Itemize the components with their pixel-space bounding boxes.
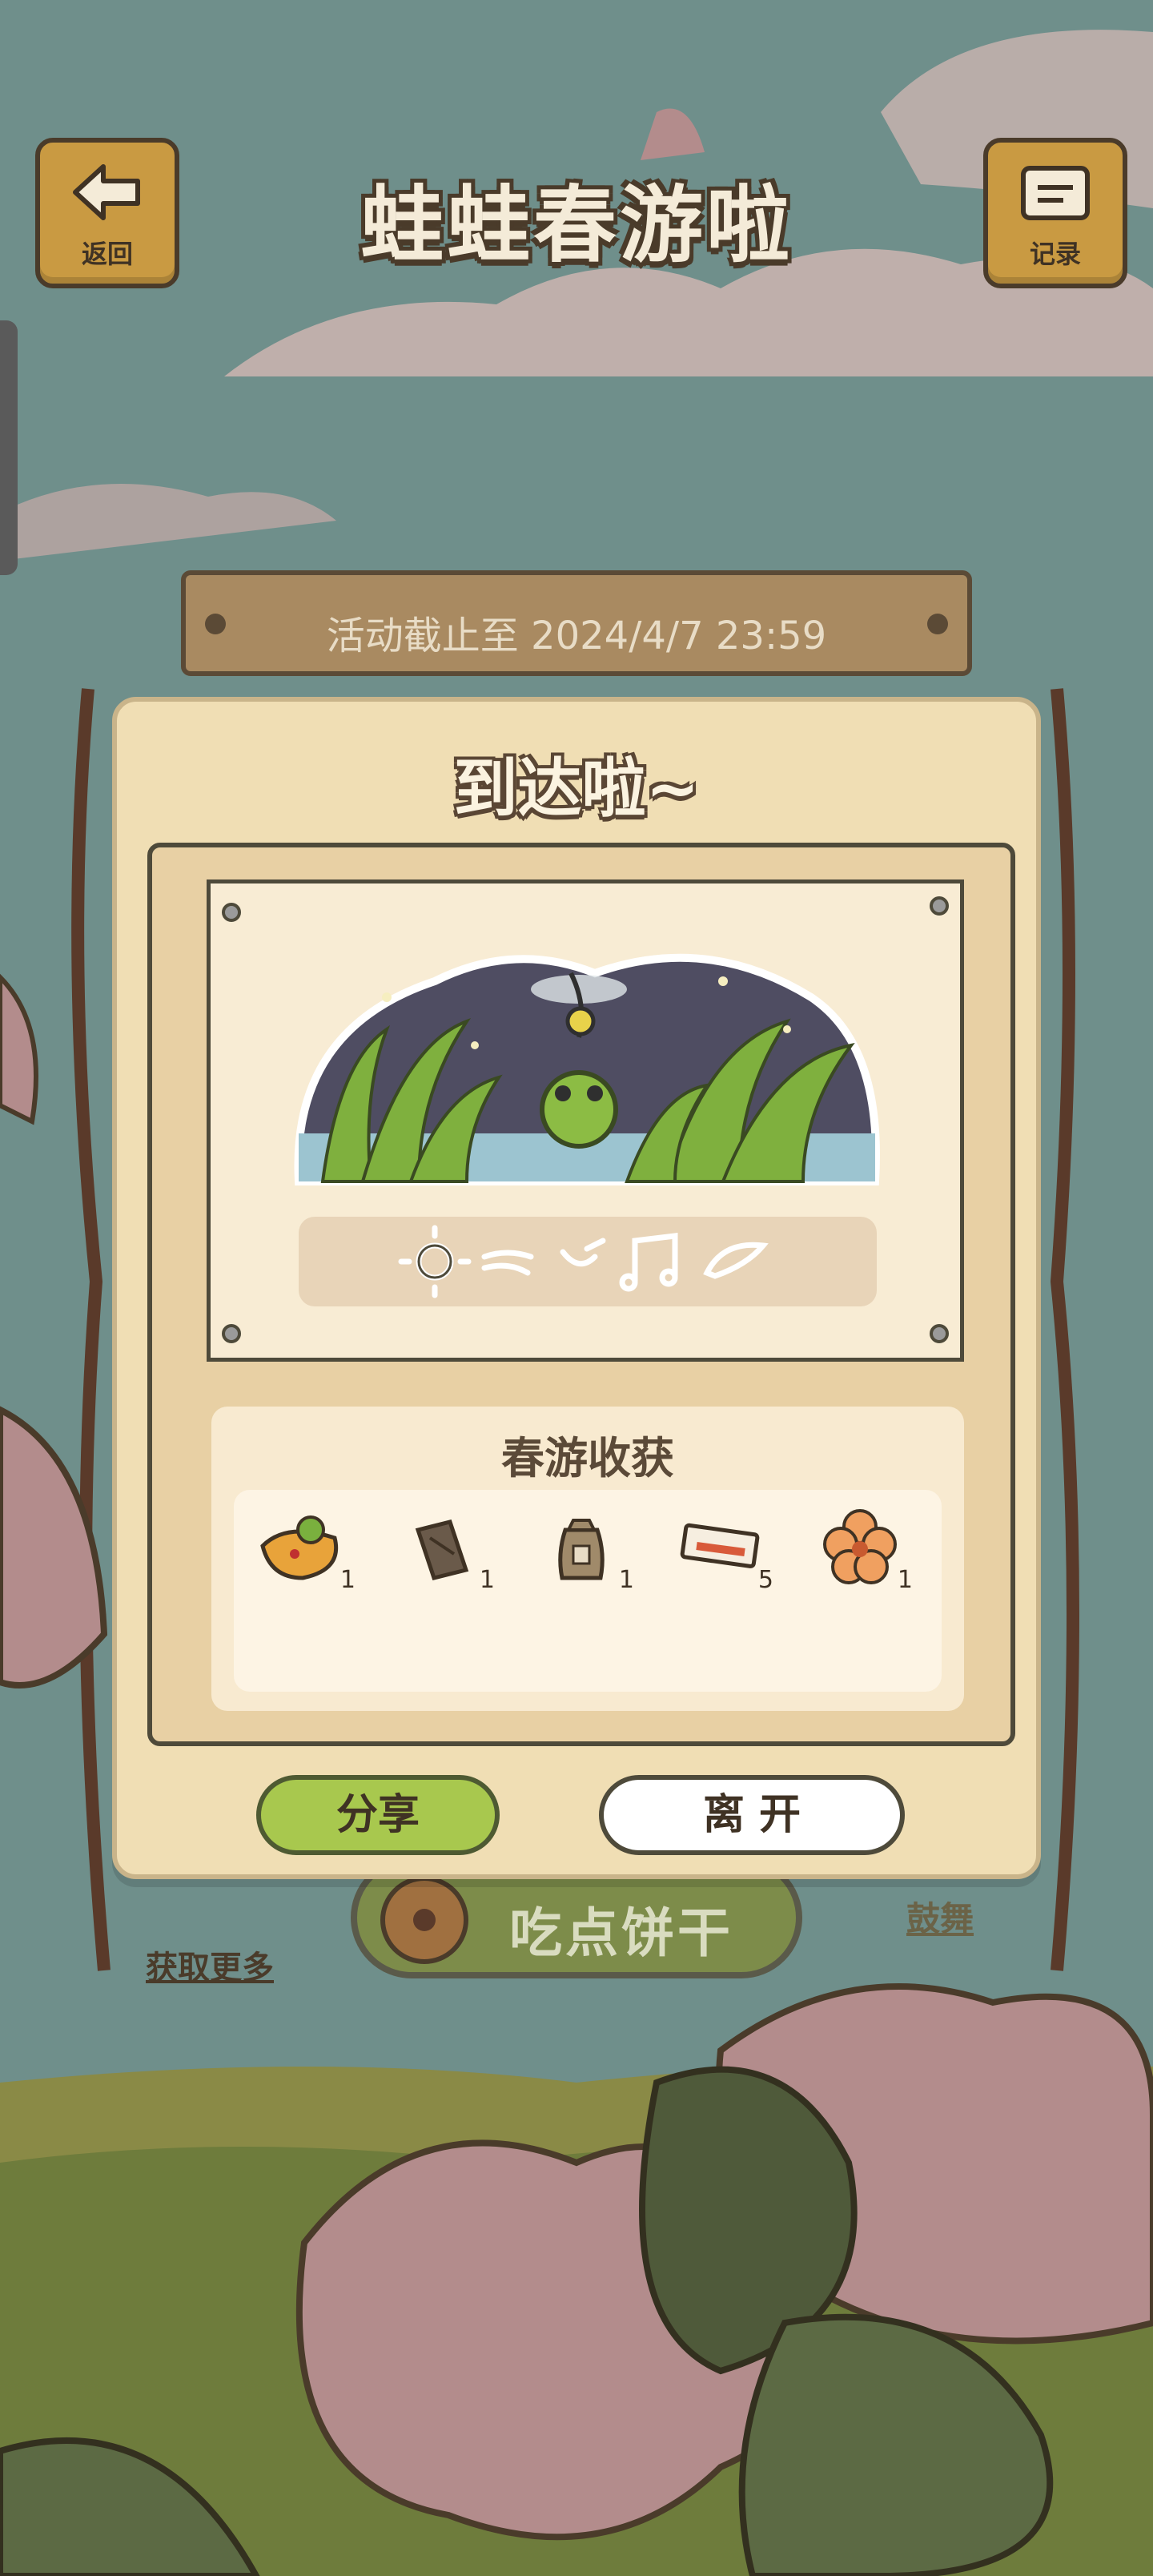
flower-cookie-icon bbox=[380, 1876, 468, 1964]
nail-icon bbox=[930, 1324, 949, 1343]
loot-count: 1 bbox=[479, 1566, 495, 1594]
loot-title: 春游收获 bbox=[501, 1433, 674, 1483]
seed-bag-icon bbox=[558, 1519, 605, 1580]
loot-item[interactable]: 1 bbox=[533, 1506, 634, 1594]
leave-label: 离 开 bbox=[702, 1791, 801, 1839]
dialog-inner-frame: 春游收获 1 1 1 5 1 bbox=[147, 843, 1015, 1746]
loot-count: 5 bbox=[757, 1566, 773, 1594]
wood-log-icon bbox=[415, 1519, 469, 1580]
dialog-title: 到达啦~ bbox=[453, 751, 700, 826]
side-drawer-handle[interactable] bbox=[0, 320, 18, 575]
loot-item[interactable]: 1 bbox=[812, 1506, 913, 1594]
record-button[interactable]: 记录 bbox=[983, 138, 1127, 288]
sun-wind-music-wing-symbols-icon bbox=[398, 1225, 769, 1298]
nail-icon bbox=[222, 1324, 241, 1343]
eat-cookie-label: 吃点饼干 bbox=[509, 1902, 733, 1964]
loot-count: 1 bbox=[897, 1566, 913, 1594]
flower-cookie-icon bbox=[823, 1509, 897, 1584]
loot-item[interactable]: 1 bbox=[394, 1506, 495, 1594]
nail-icon bbox=[222, 903, 241, 922]
nail-icon bbox=[930, 896, 949, 916]
get-more-link[interactable]: 获取更多 bbox=[146, 1942, 274, 1988]
encourage-link[interactable]: 鼓舞 bbox=[906, 1892, 974, 1941]
share-button[interactable]: 分享 bbox=[256, 1775, 500, 1855]
loot-list: 1 1 1 5 1 bbox=[234, 1490, 942, 1692]
loot-count: 1 bbox=[339, 1566, 356, 1594]
loot-item[interactable]: 5 bbox=[673, 1506, 773, 1594]
share-label: 分享 bbox=[335, 1791, 420, 1839]
loot-count: 1 bbox=[618, 1566, 634, 1594]
postcard bbox=[207, 879, 964, 1362]
deadline-sign: 活动截止至 2024/4/7 23:59 bbox=[181, 570, 972, 676]
page-title: 蛙蛙春游啦 bbox=[360, 176, 793, 274]
message-symbols bbox=[299, 1217, 877, 1306]
leave-button[interactable]: 离 开 bbox=[599, 1775, 905, 1855]
arrival-dialog: 到达啦~ 春游收获 1 1 1 5 1 分享 离 开 bbox=[112, 697, 1041, 1879]
omelette-icon bbox=[260, 1515, 339, 1580]
loot-panel: 春游收获 1 1 1 5 1 bbox=[211, 1407, 964, 1711]
loot-item[interactable]: 1 bbox=[255, 1506, 356, 1594]
deadline-text: 活动截止至 2024/4/7 23:59 bbox=[326, 614, 827, 658]
calendar-icon bbox=[1021, 166, 1090, 220]
ticket-icon bbox=[680, 1523, 760, 1568]
frog-firefly-scene-image bbox=[294, 953, 880, 1185]
record-label: 记录 bbox=[1029, 239, 1081, 269]
